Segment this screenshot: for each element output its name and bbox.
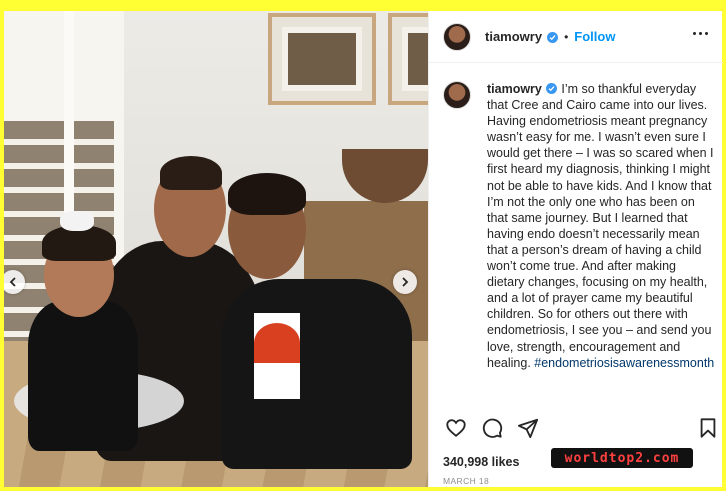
share-button[interactable]	[517, 417, 539, 439]
watermark-text: worldtop2.com	[564, 450, 680, 466]
next-photo-button[interactable]	[393, 270, 417, 294]
save-button[interactable]	[697, 417, 719, 439]
photo-girl	[28, 301, 138, 451]
chevron-right-icon	[402, 277, 409, 287]
hashtag-link[interactable]: #endometriosisawarenessmonth	[534, 356, 714, 370]
caption-username[interactable]: tiamowry	[487, 82, 542, 96]
action-bar	[429, 415, 723, 443]
chevron-left-icon	[9, 277, 16, 287]
verified-badge-icon	[547, 32, 559, 43]
caption-text: I’m so thankful everyday that Cree and C…	[487, 82, 714, 370]
separator-dot: •	[564, 29, 569, 44]
photo-bowl	[342, 149, 428, 203]
photo-wall-art	[388, 13, 428, 105]
avatar[interactable]	[443, 22, 471, 51]
comment-icon	[482, 418, 503, 438]
bookmark-icon	[700, 418, 716, 438]
photo-boy	[222, 279, 412, 469]
photo-woman-hair	[160, 156, 222, 190]
post-header: tiamowry • Follow	[429, 11, 723, 63]
avatar[interactable]	[443, 81, 471, 109]
like-button[interactable]	[445, 417, 467, 439]
heart-icon	[446, 419, 466, 437]
post-date[interactable]: MARCH 18	[443, 476, 489, 486]
comment-button[interactable]	[481, 417, 503, 439]
photo-boy-shirt-graphic	[254, 323, 300, 363]
instagram-post-modal: tiamowry • Follow tiamowry I’m so thankf…	[4, 11, 723, 487]
watermark: worldtop2.com	[551, 448, 693, 468]
paper-plane-icon	[517, 418, 539, 439]
more-options-icon[interactable]	[693, 32, 709, 38]
caption-area: tiamowry I’m so thankful everyday that C…	[429, 77, 723, 403]
username-link[interactable]: tiamowry	[485, 29, 542, 44]
verified-badge-icon	[545, 83, 557, 94]
post-photo[interactable]	[4, 11, 428, 487]
photo-hair-bow	[60, 211, 94, 231]
photo-boy-hair	[228, 173, 306, 215]
post-side-panel: tiamowry • Follow tiamowry I’m so thankf…	[428, 11, 723, 487]
photo-wall-art	[268, 13, 376, 105]
like-count[interactable]: 340,998 likes	[443, 455, 519, 469]
follow-button[interactable]: Follow	[574, 29, 615, 44]
post-caption: tiamowry I’m so thankful everyday that C…	[487, 81, 715, 371]
